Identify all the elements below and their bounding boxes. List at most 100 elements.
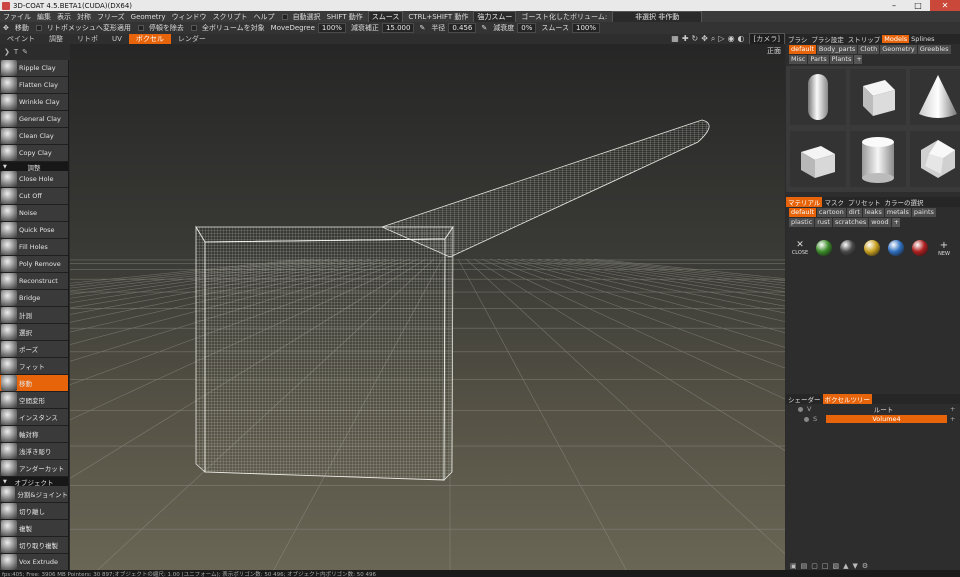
menu-file[interactable]: ファイル [0,12,34,22]
tab-voxel[interactable]: ボクセル [128,34,171,44]
brush-small-icon[interactable]: ✎ [22,48,28,56]
merge-icon[interactable]: ▧ [833,562,840,570]
tool-item[interactable]: Ripple Clay [0,60,68,77]
retopo-mesh-checkbox[interactable] [35,25,42,31]
menu-geometry[interactable]: Geometry [128,13,169,21]
up-icon[interactable]: ▲ [843,562,848,570]
tab-presets[interactable]: プリセット [846,197,883,207]
tab-brush[interactable]: ブラシ [786,34,809,44]
tool-item[interactable]: Flatten Clay [0,77,68,94]
tool-item[interactable]: インスタンス [0,409,68,426]
minimize-button[interactable]: – [882,0,906,11]
close-button[interactable]: ✕ [930,0,960,11]
tool-item[interactable]: Reconstruct [0,273,68,290]
model-category-cloth[interactable]: Cloth [858,45,880,54]
tab-uv[interactable]: UV [105,35,129,43]
model-category-geometry[interactable]: Geometry [880,45,917,54]
model-cone[interactable] [910,69,960,125]
tool-item[interactable]: Fill Holes [0,239,68,256]
menu-view[interactable]: 表示 [54,12,74,22]
add-category-button[interactable]: + [854,55,863,64]
tab-strip[interactable]: ストリップ [846,34,883,44]
tool-item[interactable]: ポーズ [0,341,68,358]
radius-input[interactable]: 0.456 [448,23,477,33]
tool-item[interactable]: Copy Clay [0,145,68,162]
collapse-arrow-icon[interactable]: ▼ [3,479,7,485]
tab-color-picker[interactable]: カラーの選択 [882,197,925,207]
tab-render[interactable]: レンダー [171,34,213,44]
model-rounded-cube[interactable] [790,131,846,187]
tab-models[interactable]: Models [882,35,910,43]
axis-icon[interactable]: ✚ [682,34,689,44]
tab-voxel-tree[interactable]: ボクセルツリー [822,394,872,404]
material-new-button[interactable]: + NEW [934,236,954,260]
material-category-wood[interactable]: wood [869,218,891,227]
material-category-leaks[interactable]: leaks [862,208,884,217]
auto-select-checkbox[interactable] [281,13,288,20]
layer-name[interactable]: ルート [820,404,947,414]
model-capsule[interactable] [790,69,846,125]
tool-item[interactable]: Cut Off [0,188,68,205]
layer-name[interactable]: Volume4 [826,415,947,423]
visibility-icon[interactable] [798,406,803,412]
grid-icon[interactable]: ▦ [671,34,679,44]
layer-row-volume4[interactable]: S Volume4 + [786,414,960,424]
model-category-greebles[interactable]: Greebles [917,45,951,54]
tool-item[interactable]: 空間変形 [0,392,68,409]
folder-icon[interactable]: ▢ [811,562,818,570]
add-material-category-button[interactable]: + [891,218,900,227]
menu-symmetry[interactable]: 対称 [74,12,94,22]
tab-splines[interactable]: Splines [909,35,936,43]
menu-window[interactable]: ウィンドウ [169,12,210,22]
settings-icon[interactable]: ⚙ [862,562,868,570]
pan-icon[interactable]: ✥ [701,34,708,44]
material-swatch[interactable] [814,236,834,260]
visibility-icon[interactable] [804,416,809,422]
tool-item[interactable]: 移動 [0,375,68,392]
camera-icon[interactable]: ◐ [738,34,745,44]
render-icon[interactable]: ◉ [728,34,735,44]
zoom-icon[interactable]: ⌕ [711,34,715,44]
tool-item[interactable]: 切り取り複製 [0,537,68,554]
tab-mask[interactable]: マスク [822,197,846,207]
tool-item[interactable]: 選択 [0,324,68,341]
new-layer-icon[interactable]: ▣ [790,562,797,570]
menu-script[interactable]: スクリプト [210,12,251,22]
model-category-parts[interactable]: Parts [808,55,829,64]
ctrl-shift-action-dropdown[interactable]: 強力スムー [473,11,517,22]
menu-help[interactable]: ヘルプ [251,12,278,22]
tab-shader[interactable]: シェーダー [786,394,823,404]
model-cylinder[interactable] [850,131,906,187]
model-category-body-parts[interactable]: Body_parts [816,45,858,54]
layer-plus-icon[interactable]: + [950,405,960,413]
material-category-rust[interactable]: rust [815,218,832,227]
model-dodecahedron[interactable] [910,131,960,187]
tool-item[interactable]: Wrinkle Clay [0,94,68,111]
rotate-icon[interactable]: ↻ [692,34,699,44]
maximize-button[interactable]: □ [906,0,930,11]
collapse-arrow-icon[interactable]: ▼ [3,164,7,170]
material-swatch[interactable] [886,236,906,260]
model-category-plants[interactable]: Plants [829,55,854,64]
arrow-icon[interactable]: ❯ [4,48,10,56]
menu-freeze[interactable]: フリーズ [94,12,128,22]
copy-icon[interactable]: □ [822,562,829,570]
tool-item[interactable]: 計測 [0,307,68,324]
tab-paint[interactable]: ペイント [0,34,42,44]
tool-item[interactable]: 分割&ジョイント [0,486,68,503]
down-icon[interactable]: ▼ [853,562,858,570]
shift-action-dropdown[interactable]: スムース [367,11,404,22]
material-swatch[interactable] [838,236,858,260]
material-swatch[interactable] [862,236,882,260]
tab-retopo[interactable]: リトポ [70,34,105,44]
tool-item[interactable]: 浅浮き彫り [0,443,68,460]
layer-row-root[interactable]: V ルート + [786,404,960,414]
menu-edit[interactable]: 編集 [34,12,54,22]
tab-tweak[interactable]: 調整 [42,34,70,44]
smooth-input[interactable]: 100% [572,23,601,33]
tool-item[interactable]: Quick Pose [0,222,68,239]
ghost-volume-dropdown[interactable]: 非選択 非作動 [612,11,703,22]
tool-item[interactable]: Noise [0,205,68,222]
tool-item[interactable]: General Clay [0,111,68,128]
tool-item[interactable]: 複製 [0,520,68,537]
